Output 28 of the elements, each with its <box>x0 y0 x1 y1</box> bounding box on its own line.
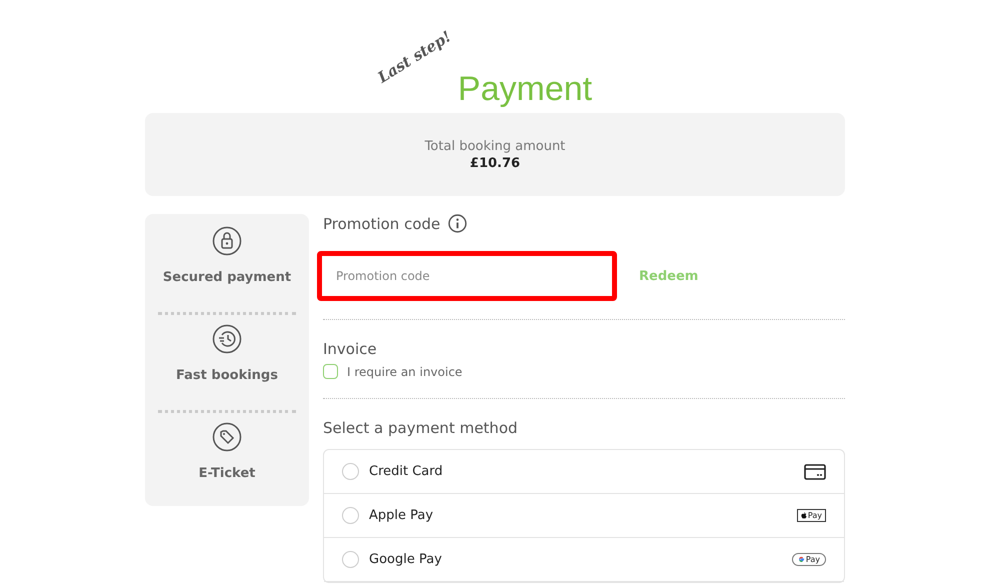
info-icon[interactable] <box>448 214 468 233</box>
payment-option[interactable]: Credit Card <box>324 450 844 494</box>
promotion-code-field[interactable]: Promotion code <box>317 251 617 301</box>
checkbox-label: I require an invoice <box>347 364 462 378</box>
apple-pay-badge: Pay <box>796 509 826 522</box>
feature-label: Fast bookings <box>176 368 278 383</box>
credit-card-icon <box>804 464 826 480</box>
section-heading: Promotion code <box>323 214 440 232</box>
page-title: Payment <box>458 70 592 109</box>
payment-option[interactable]: Google Pay Pay <box>324 538 844 582</box>
invoice-checkbox[interactable] <box>323 364 338 379</box>
google-pay-badge: Pay <box>792 553 826 566</box>
radio-button[interactable] <box>342 463 359 480</box>
payment-label: Google Pay <box>369 552 443 567</box>
total-label: Total booking amount <box>424 138 566 154</box>
feature-label: E-Ticket <box>198 466 256 481</box>
payment-label: Apple Pay <box>369 508 434 523</box>
feature-label: Secured payment <box>162 270 292 285</box>
payment-label: Credit Card <box>369 464 444 479</box>
section-heading: Invoice <box>323 340 377 358</box>
section-heading: Select a payment method <box>323 419 518 437</box>
tag-icon <box>212 422 242 452</box>
clock-icon <box>212 324 242 354</box>
radio-button[interactable] <box>342 551 359 568</box>
radio-button[interactable] <box>342 507 359 524</box>
total-amount: £10.76 <box>470 156 520 170</box>
lock-icon <box>212 226 242 256</box>
payment-option[interactable]: Apple Pay Pay <box>324 494 844 538</box>
